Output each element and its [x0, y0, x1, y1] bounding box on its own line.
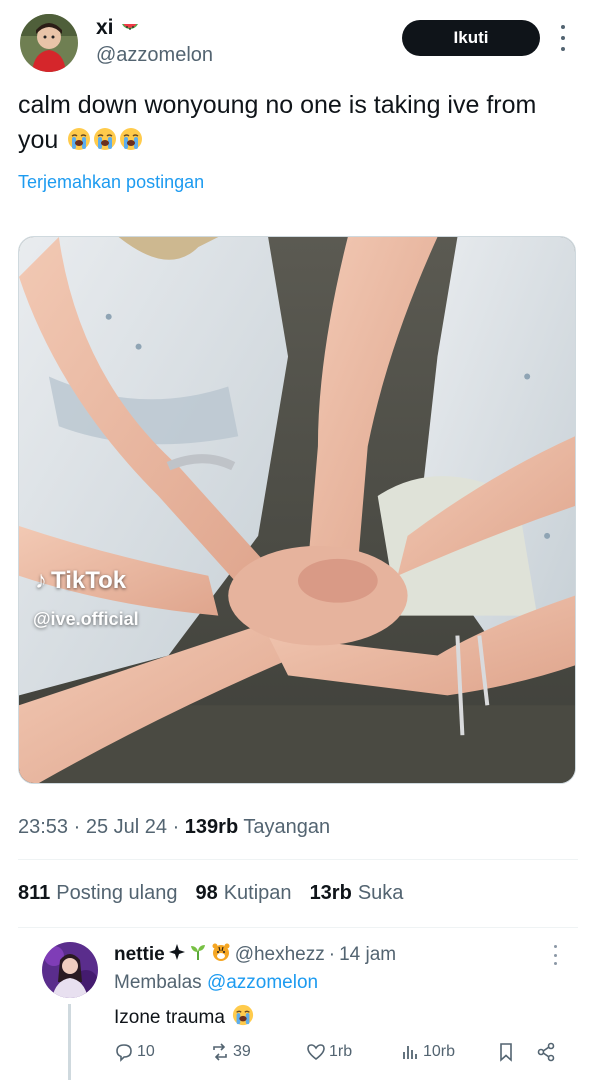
repost-count: 39 — [233, 1043, 251, 1060]
seedling-icon — [189, 943, 207, 967]
reply-count: 10 — [137, 1043, 155, 1060]
watermelon-icon — [120, 18, 140, 38]
tweet-date[interactable]: 25 Jul 24 — [86, 816, 167, 838]
more-options-icon[interactable] — [556, 25, 570, 51]
author-avatar[interactable] — [20, 14, 78, 72]
divider — [18, 859, 578, 860]
loudly-crying-face-icon — [119, 126, 143, 150]
reply-action-bar: 10 39 1rb 10rb — [114, 1042, 560, 1066]
loudly-crying-face-icon — [93, 126, 117, 150]
sparkle-star-icon — [168, 944, 185, 966]
views-count: 10rb — [423, 1043, 456, 1060]
tweet-stats: 811 Posting ulang 98 Kutipan 13rb Suka — [18, 882, 403, 905]
views-button[interactable]: 10rb — [400, 1042, 455, 1062]
tiktok-watermark: ♪ TikTok — [35, 567, 126, 595]
replying-to-mention[interactable]: @azzomelon — [207, 972, 318, 993]
reply-header: nettie @hexhezz · 14 jam — [114, 942, 396, 968]
reposts-label: Posting ulang — [56, 882, 178, 904]
loudly-crying-face-icon — [232, 1004, 256, 1028]
reply-display-name[interactable]: nettie — [114, 944, 165, 966]
like-button[interactable]: 1rb — [306, 1042, 352, 1062]
comment-icon — [114, 1042, 134, 1062]
quotes-count: 98 — [195, 882, 218, 904]
reply-avatar[interactable] — [42, 942, 98, 998]
author-display-name[interactable]: xi — [96, 16, 114, 40]
tweet-meta: 23:53 · 25 Jul 24 · 139rb Tayangan — [18, 816, 331, 838]
reply-button[interactable]: 10 — [114, 1042, 155, 1062]
repost-button[interactable]: 39 — [210, 1042, 251, 1062]
tiger-face-icon — [211, 942, 231, 968]
share-icon — [536, 1042, 556, 1062]
tiktok-watermark-handle: @ive.official — [33, 609, 139, 629]
follow-button[interactable]: Ikuti — [402, 20, 540, 56]
views-label: Tayangan — [243, 816, 331, 838]
bookmark-icon — [496, 1042, 516, 1062]
thread-line — [68, 1004, 71, 1080]
replying-to: Membalas @azzomelon — [114, 972, 318, 994]
reply-handle[interactable]: @hexhezz — [235, 944, 325, 966]
divider — [18, 927, 578, 928]
quotes-stat[interactable]: 98 Kutipan — [195, 882, 291, 905]
reply-time[interactable]: 14 jam — [339, 944, 396, 966]
loudly-crying-face-icon — [67, 126, 91, 150]
author-handle[interactable]: @azzomelon — [96, 44, 213, 67]
bookmark-button[interactable] — [496, 1042, 516, 1062]
likes-label: Suka — [357, 882, 404, 904]
reply-more-options-icon[interactable] — [550, 945, 560, 965]
like-count: 1rb — [329, 1043, 353, 1060]
likes-stat[interactable]: 13rb Suka — [310, 882, 404, 905]
views-bar-icon — [400, 1042, 420, 1062]
tweet-media-video[interactable]: ♪ TikTok @ive.official — [18, 236, 576, 784]
replying-prefix: Membalas — [114, 972, 202, 993]
likes-count: 13rb — [309, 882, 352, 904]
author-name-row: xi — [96, 16, 140, 40]
tweet-time[interactable]: 23:53 — [18, 816, 68, 838]
reply-time-separator: · — [328, 944, 336, 965]
quotes-label: Kutipan — [223, 882, 292, 904]
translate-post-link[interactable]: Terjemahkan postingan — [18, 172, 204, 193]
views-count: 139rb — [184, 816, 239, 838]
repost-icon — [210, 1042, 230, 1062]
reposts-stat[interactable]: 811 Posting ulang — [18, 882, 177, 905]
tiktok-logo-icon: ♪ — [35, 567, 47, 594]
reposts-count: 811 — [18, 882, 51, 904]
tweet-text-block: calm down wonyoung no one is taking ive … — [18, 88, 578, 158]
tiktok-brand-text: TikTok — [51, 567, 127, 594]
share-button[interactable] — [536, 1042, 556, 1062]
heart-icon — [306, 1042, 326, 1062]
reply-text-block: Izone trauma — [114, 1004, 256, 1029]
reply-text: Izone trauma — [114, 1007, 225, 1028]
